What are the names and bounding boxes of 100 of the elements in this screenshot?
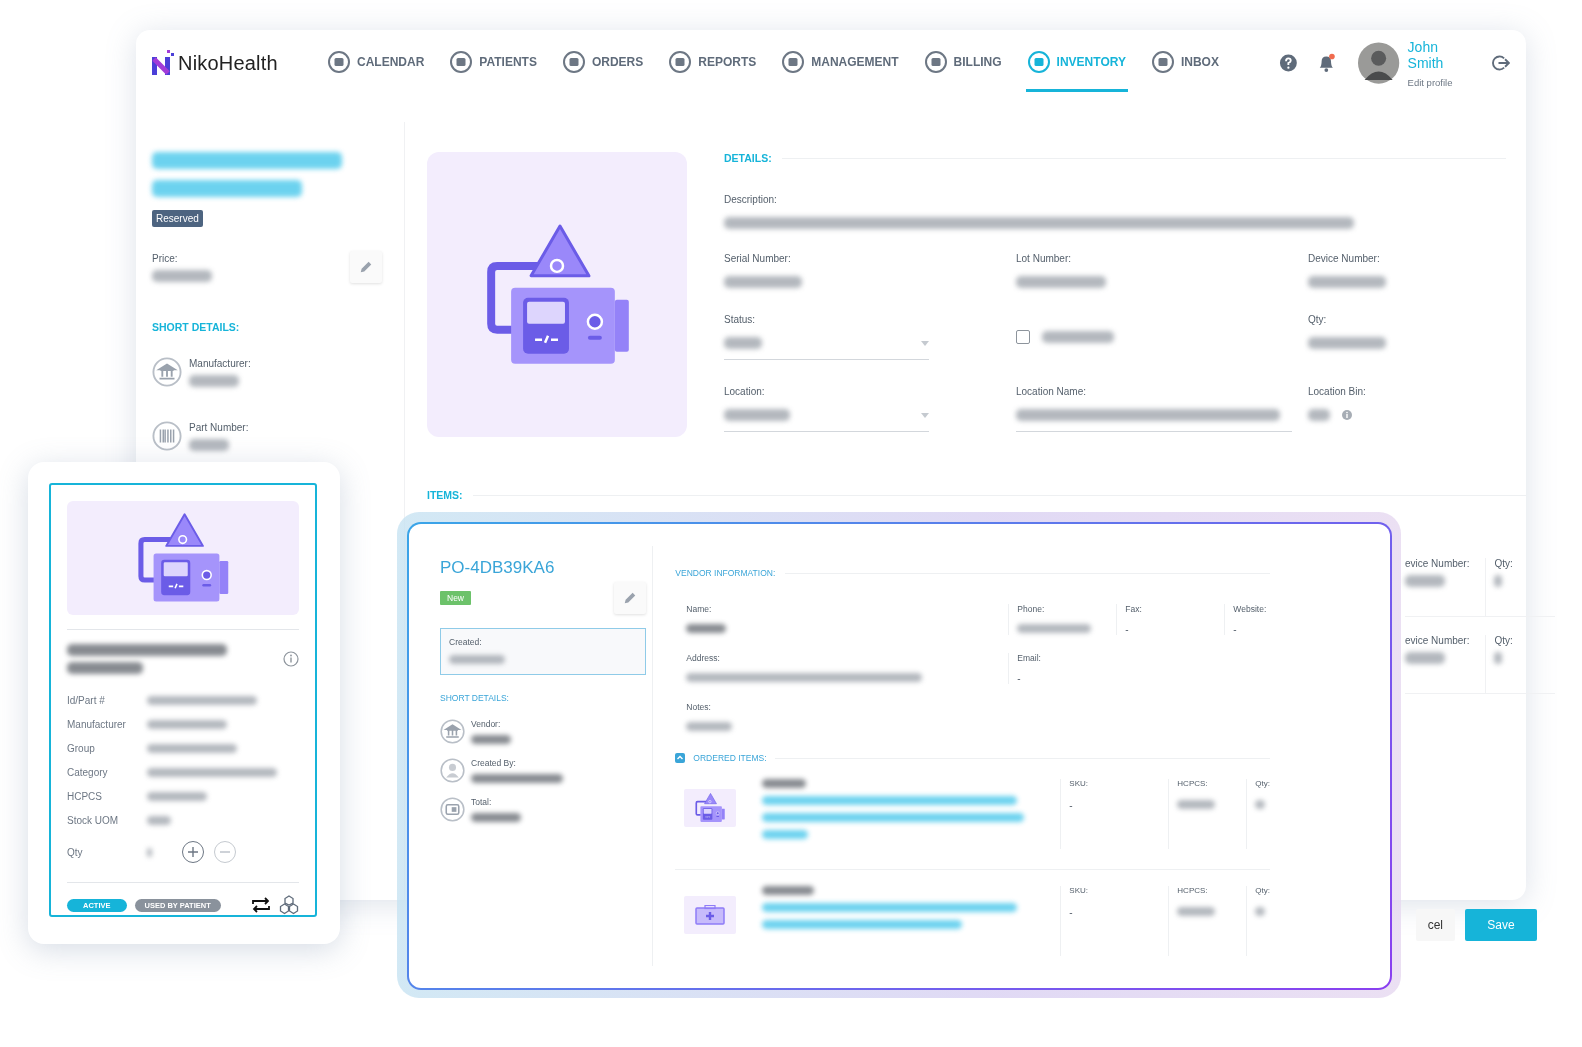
swap-arrows-icon[interactable]: [251, 896, 271, 914]
field-label: Serial Number:: [724, 253, 792, 264]
field-value: -: [1069, 800, 1074, 811]
field-label: Email:: [1017, 653, 1042, 663]
field-label: Id/Part #: [67, 694, 106, 706]
status-badge: Reserved: [152, 210, 203, 227]
field-label: Manufacturer: [67, 718, 127, 730]
section-title: SHORT DETAILS:: [440, 693, 509, 703]
field-label: HCPCS:: [1177, 886, 1209, 895]
field-label: Created:: [449, 637, 483, 647]
field-label: Qty:: [1494, 558, 1513, 569]
field-label: Description:: [724, 194, 778, 205]
blurred-text: [471, 813, 521, 822]
nav-tab[interactable]: BILLING: [922, 34, 1004, 92]
cpap-machine-drawing: [695, 793, 726, 823]
blurred-text: [471, 735, 511, 744]
field-value: -: [1233, 624, 1238, 635]
field-label: Qty:: [1255, 886, 1270, 895]
blurred-text: [762, 830, 809, 839]
bank-icon: [440, 719, 465, 744]
order-title: PO-4DB39KA6: [440, 558, 555, 578]
collapse-toggle-icon[interactable]: [675, 753, 686, 763]
blurred-text: [762, 886, 815, 895]
edit-button[interactable]: [350, 251, 382, 283]
boxes-icon[interactable]: [279, 895, 299, 915]
avatar[interactable]: [1358, 41, 1400, 85]
field-label: Price:: [152, 252, 178, 264]
caret-icon: [921, 340, 929, 346]
blurred-text: [449, 655, 505, 664]
field-label: SKU:: [1069, 886, 1089, 895]
blurred-text: [147, 847, 152, 857]
field-label: Website:: [1233, 604, 1268, 614]
field-label: Manufacturer:: [189, 357, 251, 369]
nav-tab[interactable]: ORDERS: [560, 34, 646, 92]
field-label: Stock UOM: [67, 814, 120, 826]
field-label: Location:: [724, 386, 766, 397]
caret-icon: [921, 412, 929, 418]
blurred-text: [1405, 652, 1445, 664]
field-label: evice Number:: [1405, 635, 1470, 646]
cancel-button[interactable]: cel: [1415, 909, 1455, 941]
select-field[interactable]: [724, 337, 929, 360]
blurred-text: [1308, 409, 1330, 421]
help-icon[interactable]: [1278, 53, 1298, 73]
pencil-icon: [359, 260, 373, 274]
user-name: John Smith: [1407, 38, 1445, 71]
blurred-text: [1405, 575, 1445, 587]
edit-profile-link[interactable]: Edit profile: [1407, 76, 1474, 88]
logo-icon: [150, 49, 174, 77]
field-label: HCPCS:: [1177, 779, 1209, 788]
edit-button[interactable]: [614, 582, 647, 614]
field-label: Status:: [724, 314, 757, 325]
blurred-text: [147, 791, 207, 801]
nav-tab[interactable]: MANAGEMENT: [780, 34, 901, 92]
blurred-text: [1177, 907, 1216, 916]
field-label: Fax:: [1125, 604, 1143, 614]
blurred-text: [1042, 331, 1114, 343]
info-icon[interactable]: [283, 651, 299, 667]
field-label: evice Number:: [1405, 558, 1470, 569]
field-label: Name:: [686, 604, 713, 614]
section-title: ITEMS:: [427, 489, 463, 501]
field-label: Location Bin:: [1308, 386, 1367, 397]
nav-tab[interactable]: CALENDAR: [326, 34, 427, 92]
field-value: -: [1125, 624, 1130, 635]
blurred-text: [686, 624, 727, 633]
pencil-icon: [623, 591, 638, 605]
blurred-text: [152, 269, 212, 282]
nav-tab[interactable]: REPORTS: [667, 34, 759, 92]
nav-tab[interactable]: PATIENTS: [448, 34, 539, 92]
field-label: Qty:: [1308, 314, 1328, 325]
blurred-text: [1177, 800, 1216, 809]
field-label: HCPCS: [67, 790, 103, 802]
status-badge: New: [440, 591, 471, 605]
medical-case-icon: [695, 905, 726, 925]
field-label: Created By:: [471, 758, 516, 768]
section-title: SHORT DETAILS:: [152, 321, 240, 333]
blurred-text: [1255, 800, 1266, 809]
field-label: Address:: [686, 653, 721, 663]
input-field[interactable]: [1016, 409, 1292, 432]
blurred-text: [147, 815, 171, 825]
nav-tab[interactable]: INBOX: [1149, 34, 1221, 92]
section-title: DETAILS:: [724, 152, 772, 164]
field-label: Qty:: [1255, 779, 1270, 788]
bank-icon: [152, 357, 182, 387]
blurred-text: [1494, 652, 1503, 664]
field-label: Phone:: [1017, 604, 1046, 614]
blurred-text: [762, 779, 807, 788]
logout-icon[interactable]: [1491, 53, 1510, 73]
field-label: Total:: [471, 797, 492, 807]
field-label: Group: [67, 742, 96, 754]
field-label: Qty:: [1494, 635, 1513, 646]
field-label: Category: [67, 766, 109, 778]
select-field[interactable]: [724, 409, 929, 432]
info-icon[interactable]: [1342, 410, 1352, 420]
blurred-text: [189, 438, 229, 451]
field-label: Device Number:: [1308, 253, 1381, 264]
checkbox[interactable]: [1016, 330, 1030, 344]
field-label: Lot Number:: [1016, 253, 1073, 264]
field-label: Part Number:: [189, 421, 249, 433]
field-label: Location Name:: [1016, 386, 1088, 397]
field-value: -: [1069, 907, 1074, 918]
